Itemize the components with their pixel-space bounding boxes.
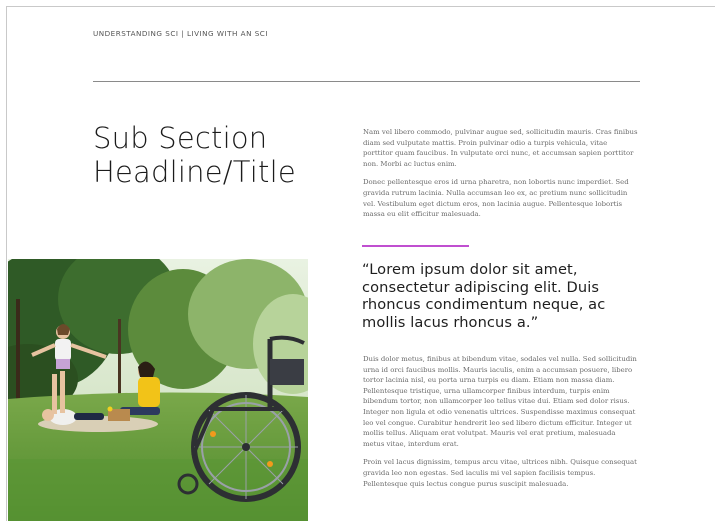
body-paragraph-2: Proin vel lacus dignissim, tempus arcu v… bbox=[363, 458, 637, 488]
intro-paragraph-1: Nam vel libero commodo, pulvinar augue s… bbox=[363, 128, 638, 168]
section-title: Sub Section Headline/Title bbox=[93, 121, 296, 189]
intro-text: Nam vel libero commodo, pulvinar augue s… bbox=[363, 127, 639, 228]
quote-accent-line bbox=[362, 245, 469, 247]
body-text: Duis dolor metus, finibus at bibendum vi… bbox=[363, 354, 639, 497]
intro-paragraph-2: Donec pellentesque eros id urna pharetra… bbox=[363, 178, 629, 219]
body-paragraph-1: Duis dolor metus, finibus at bibendum vi… bbox=[363, 355, 637, 448]
breadcrumb: UNDERSTANDING SCI | LIVING WITH AN SCI bbox=[93, 29, 268, 38]
header-divider bbox=[93, 81, 640, 82]
document-page: UNDERSTANDING SCI | LIVING WITH AN SCI S… bbox=[6, 6, 715, 521]
pull-quote: “Lorem ipsum dolor sit amet, consectetur… bbox=[362, 261, 606, 331]
family-park-photo bbox=[8, 259, 308, 521]
